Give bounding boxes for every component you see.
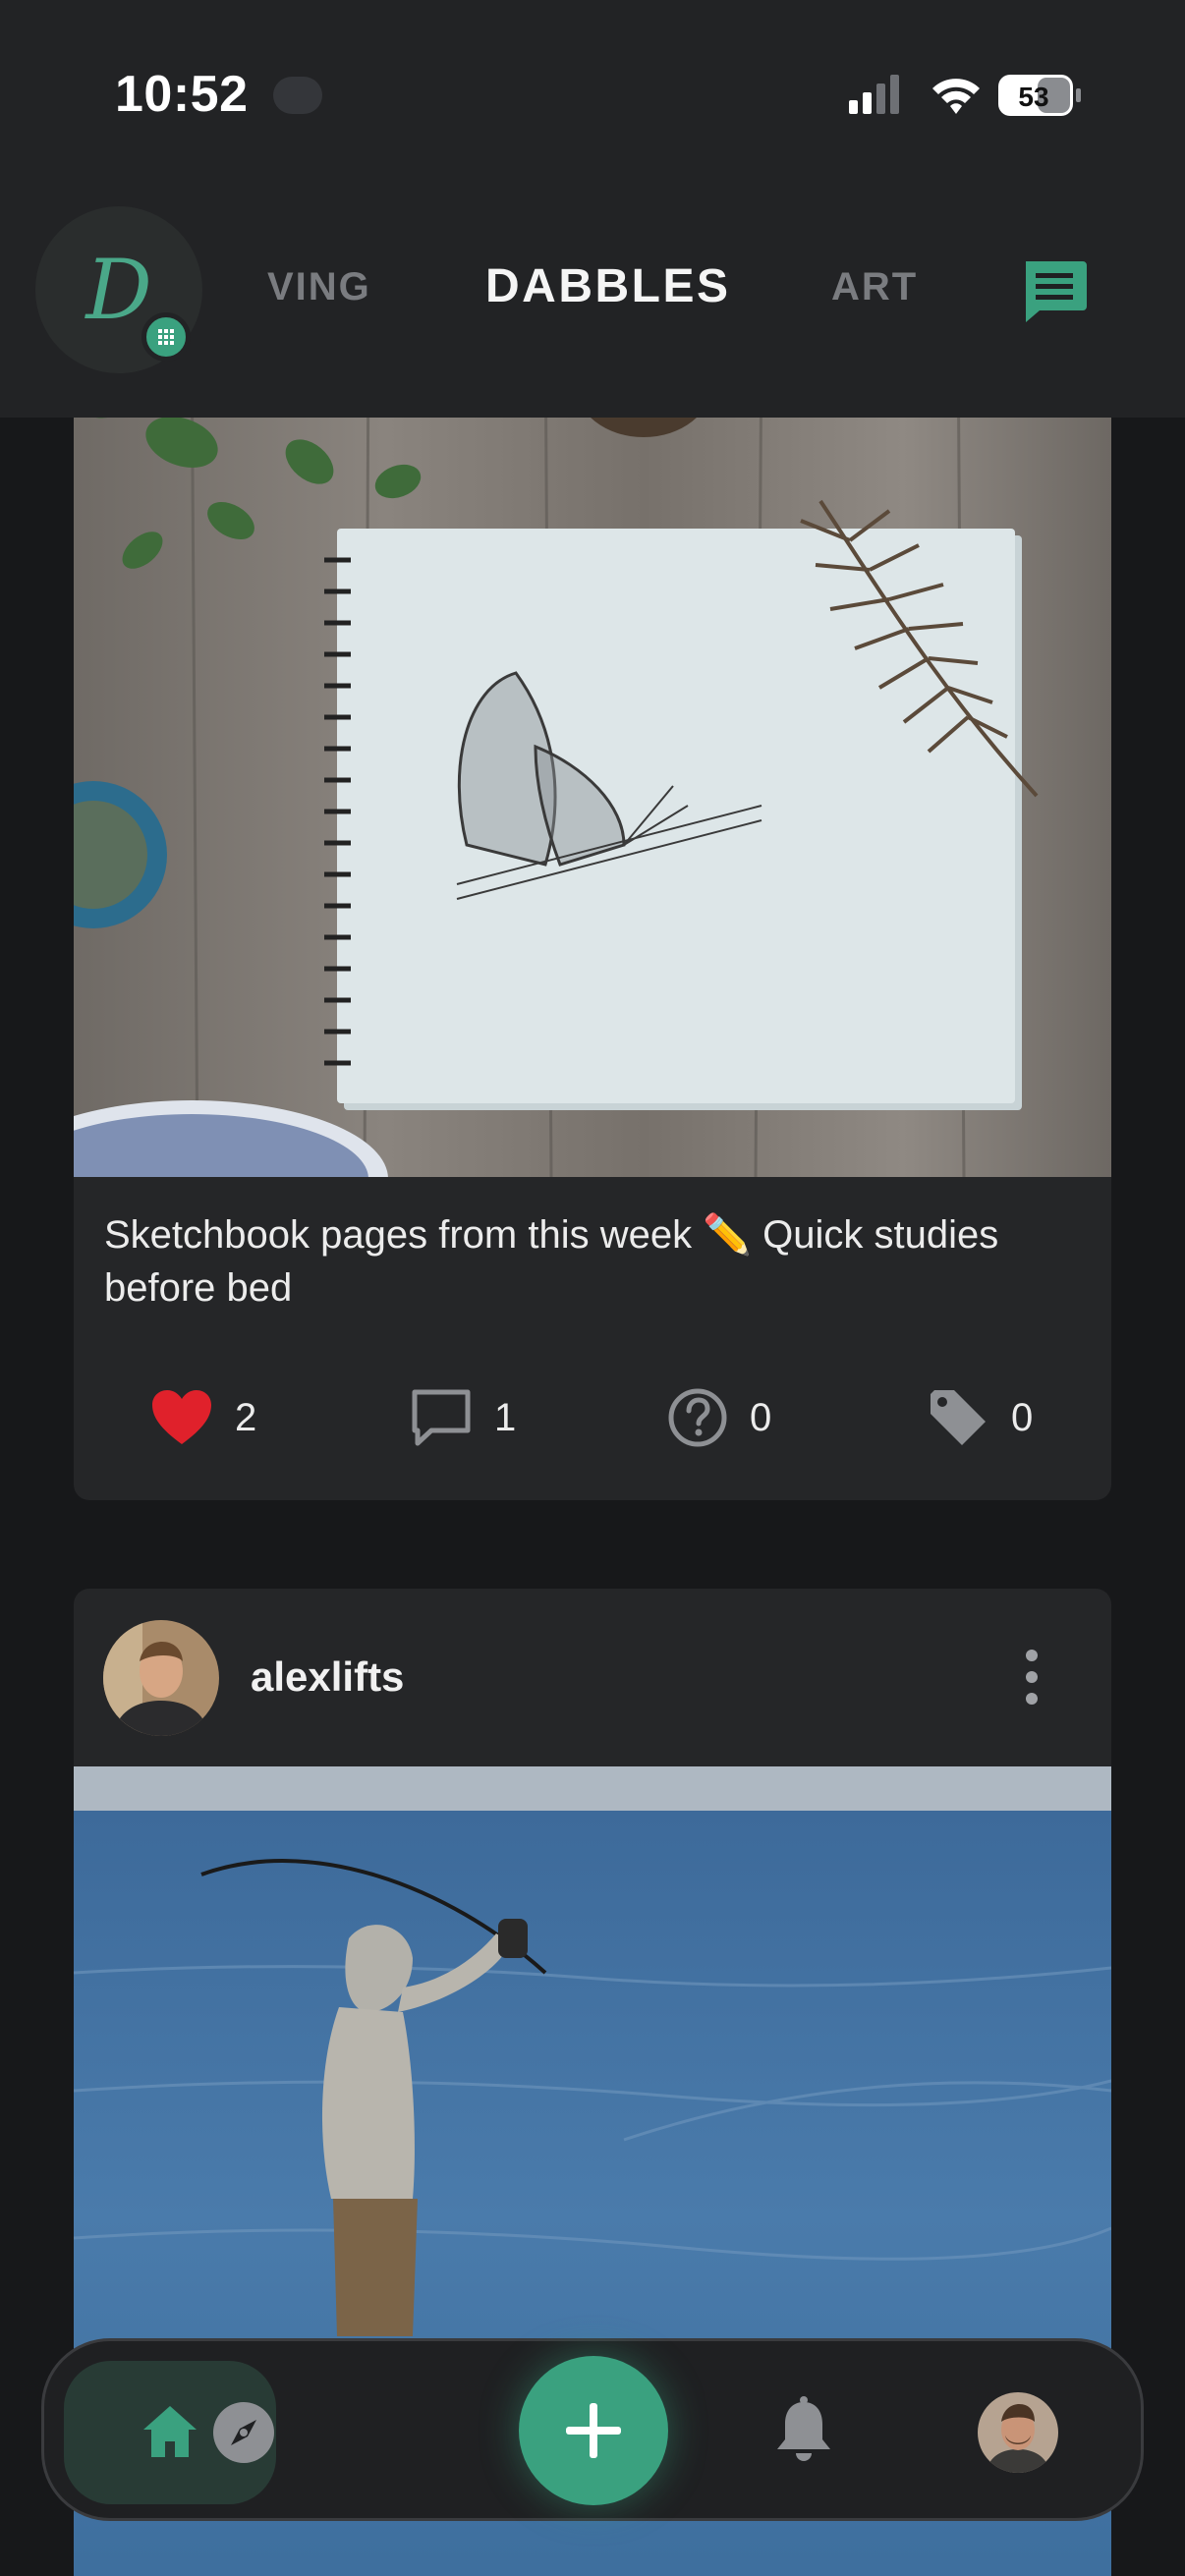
add-post-button[interactable]: [519, 2356, 668, 2505]
status-time: 10:52: [115, 66, 249, 123]
app-logo-button[interactable]: D: [35, 206, 202, 373]
wifi-icon: [932, 79, 980, 114]
battery-icon: 53: [998, 75, 1081, 116]
avatar[interactable]: [103, 1620, 219, 1736]
status-indicator: [273, 77, 322, 114]
bottom-nav: [41, 2338, 1144, 2521]
plus-icon: [566, 2403, 621, 2458]
post-caption: Sketchbook pages from this week ✏️ Quick…: [104, 1213, 999, 1310]
battery-level: 53: [1018, 82, 1048, 112]
tag-icon: [931, 1390, 986, 1445]
question-icon: [668, 1388, 727, 1447]
tab-art[interactable]: ART: [831, 265, 918, 309]
heart-icon: [152, 1390, 211, 1444]
comment-count: 1: [494, 1395, 517, 1439]
compass-icon[interactable]: [211, 2400, 276, 2465]
profile-avatar[interactable]: [978, 2392, 1058, 2473]
home-icon: [143, 2406, 197, 2457]
grid-icon: [158, 329, 174, 345]
post-username[interactable]: alexlifts: [251, 1653, 404, 1701]
apps-grid-badge[interactable]: [141, 312, 191, 362]
top-header: 10:52 53 D VING DABBLES ART: [0, 0, 1185, 418]
comment-icon: [412, 1389, 471, 1446]
question-count: 0: [750, 1395, 772, 1439]
bell-icon[interactable]: [773, 2396, 834, 2465]
post-card[interactable]: Sketchbook pages from this week ✏️ Quick…: [74, 334, 1111, 1500]
like-count: 2: [235, 1395, 257, 1439]
question-button[interactable]: 0: [667, 1383, 771, 1452]
post-photo-sketchbook[interactable]: [74, 334, 1111, 1177]
tag-count: 0: [1011, 1395, 1034, 1439]
like-button[interactable]: 2: [150, 1383, 256, 1452]
comment-button[interactable]: 1: [410, 1383, 516, 1452]
profile-avatar-image: [978, 2392, 1058, 2473]
chat-icon[interactable]: [1020, 257, 1089, 326]
more-options-icon[interactable]: [1012, 1642, 1051, 1720]
tag-button[interactable]: 0: [927, 1383, 1033, 1452]
signal-icon: [849, 75, 899, 114]
user-avatar-image: [103, 1620, 219, 1736]
post-actions: 2 1 0 0: [74, 1383, 1111, 1452]
tab-dabbles[interactable]: DABBLES: [485, 259, 731, 313]
status-icons: 53: [849, 75, 1081, 116]
tab-drawing[interactable]: VING: [267, 265, 371, 309]
